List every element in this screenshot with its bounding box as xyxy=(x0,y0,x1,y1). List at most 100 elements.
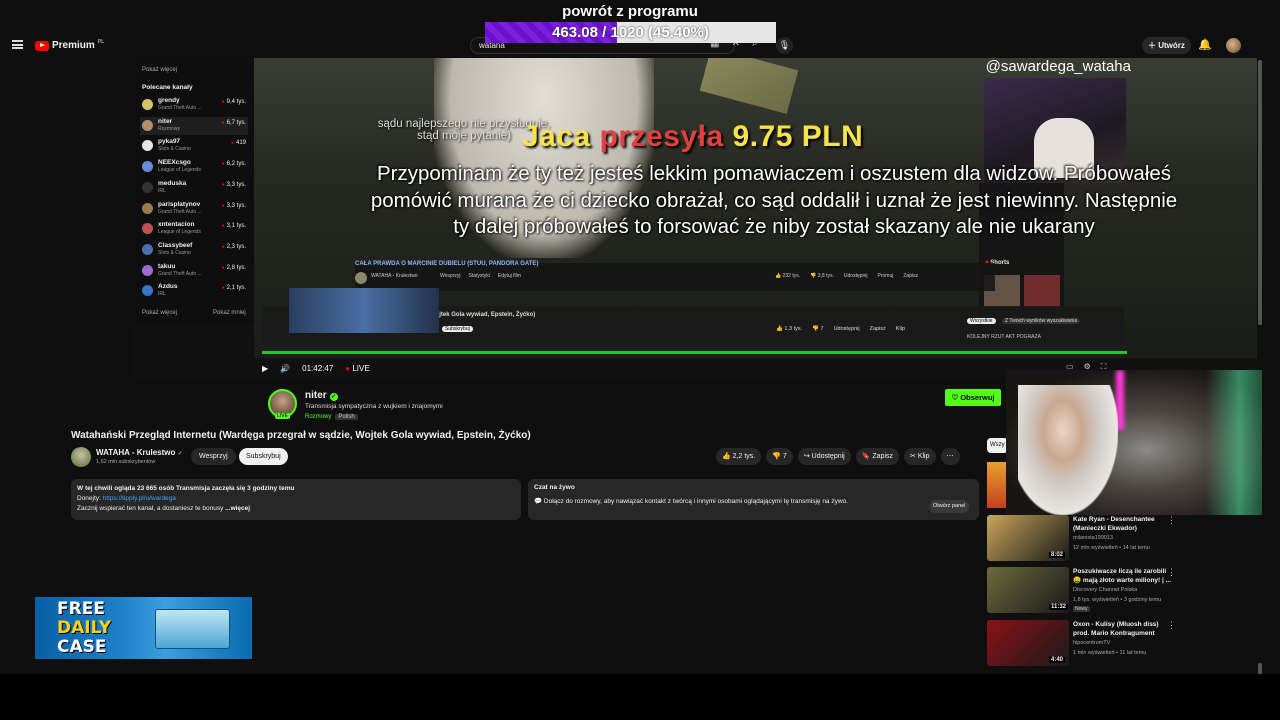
video-channel[interactable]: hipocentrumTV xyxy=(1073,640,1110,646)
video-title: Watahański Przegląd Internetu (Wardęga p… xyxy=(71,430,531,441)
channel-category: League of Legends xyxy=(158,229,201,236)
channel-name: takuu xyxy=(158,262,176,270)
streamer-name[interactable]: niter ✓ xyxy=(305,390,338,401)
channel-name: Azdus xyxy=(158,283,178,291)
youtube-logo[interactable]: Premium PL xyxy=(35,39,104,51)
free-daily-case-ad[interactable]: FREE DAILY CASE xyxy=(35,597,252,659)
sidebar-channel[interactable]: meduskaIRL 3,3 tys. xyxy=(140,179,248,197)
embed-likes-2: 👍 1,3 tys. xyxy=(776,326,803,332)
video-meta: 1 mln wyświetleń • 11 lat temu xyxy=(1073,650,1147,656)
embed-title: CAŁA PRAWDA O MARCINIE DUBIELU (STUU, PA… xyxy=(355,261,539,267)
video-meta: 12 mln wyświetleń • 14 lat temu xyxy=(1073,545,1150,551)
show-less-button[interactable]: Pokaż mniej xyxy=(213,310,246,316)
video-title[interactable]: Oxon - Kulisy (Mluosh diss) prod. Mario … xyxy=(1073,620,1173,638)
video-title[interactable]: Poszukiwacze liczą ile zarobili 🤑 mają z… xyxy=(1073,567,1173,585)
like-button[interactable]: 👍 2,2 tys. xyxy=(716,448,762,465)
description-box[interactable]: W tej chwili ogląda 23 665 osób Transmis… xyxy=(71,479,521,520)
show-more-button[interactable]: Pokaż więcej xyxy=(142,310,177,316)
recommended-title: Polecane kanały xyxy=(142,84,193,91)
sidebar-channel[interactable]: parisplatynovGrand Theft Auto ... 3,3 tys… xyxy=(140,200,248,218)
show-more-link[interactable]: ...więcej xyxy=(225,505,250,512)
embed-support: Wesprzyj xyxy=(440,273,461,279)
viewer-count: 2,1 tys. xyxy=(222,285,246,291)
channel-category: IRL xyxy=(158,187,166,194)
related-video[interactable]: 4:40 Oxon - Kulisy (Mluosh diss) prod. Ma… xyxy=(987,620,1177,668)
live-indicator[interactable]: ● LIVE xyxy=(345,364,369,373)
channel-name[interactable]: WATAHA - Krulestwo ✓ xyxy=(96,448,183,457)
donate-link[interactable]: https://tipply.pl/u/wardega xyxy=(103,495,176,502)
more-icon[interactable]: ⋮ xyxy=(1167,620,1176,631)
share-button[interactable]: ↪ Udostępnij xyxy=(797,448,851,465)
subscribe-button[interactable]: Subskrybuj xyxy=(239,448,288,465)
brand-label: Premium xyxy=(52,40,95,51)
sidebar-channel[interactable]: pyka97Slots & Casino 419 xyxy=(140,137,248,155)
viewer-count: 3,3 tys. xyxy=(222,203,246,209)
notifications-icon[interactable]: 🔔 xyxy=(1198,38,1212,51)
clip-button[interactable]: ✂ Klip xyxy=(904,448,936,465)
kick-sidebar: Pokaż więcej Polecane kanały grendy Grand… xyxy=(134,58,254,323)
embed-share: Udostępnij xyxy=(843,273,868,279)
channel-name: pyka97 xyxy=(158,138,181,146)
sidebar-channel[interactable]: grendyGrand Theft Auto ... 9,4 tys. xyxy=(140,96,248,114)
embed-likes: 👍 232 tys. xyxy=(775,273,801,279)
channel-category: IRL xyxy=(158,291,166,298)
play-icon[interactable]: ▶ xyxy=(262,364,268,373)
avatar[interactable] xyxy=(1226,38,1241,53)
sidebar-channel[interactable]: ClassybeefSlots & Casino 2,3 tys. xyxy=(140,241,248,259)
live-chat-box: Czat na żywo 💬 Dołącz do rozmowy, aby na… xyxy=(528,479,979,520)
video-channel[interactable]: Discovery Channel Polska xyxy=(1073,587,1137,593)
channel-avatar[interactable] xyxy=(71,447,91,467)
channel-category: Grand Theft Auto ... xyxy=(158,270,202,277)
embed-subscribe: Subskrybuj xyxy=(442,326,473,332)
dislike-button[interactable]: 👎 7 xyxy=(766,448,793,465)
more-icon[interactable]: ⋮ xyxy=(1167,567,1176,578)
embed-stats: Statystyki xyxy=(468,273,490,279)
sidebar-channel[interactable]: niterRozmowy 6,7 tys. xyxy=(140,116,248,135)
video-progress-bar[interactable] xyxy=(262,351,1127,354)
sidebar-channel[interactable]: AzdusIRL 2,1 tys. xyxy=(140,282,248,300)
webcam-person xyxy=(1018,385,1118,515)
subscriber-count: 1,62 mln subskrybentów xyxy=(96,459,156,465)
save-button[interactable]: 🔖 Zapisz xyxy=(855,448,900,465)
open-chat-button[interactable]: Otwórz panel xyxy=(929,500,970,513)
case-box-icon xyxy=(155,609,230,649)
more-icon[interactable]: ⋯ xyxy=(940,448,960,465)
menu-icon[interactable] xyxy=(12,40,23,49)
support-button[interactable]: Wesprzyj xyxy=(191,448,236,465)
channel-avatar xyxy=(142,285,153,297)
scrollbar[interactable] xyxy=(1258,60,1262,325)
viewer-count: 6,7 tys. xyxy=(222,120,246,126)
channel-avatar xyxy=(142,264,153,276)
related-video[interactable]: 8:02 Kate Ryan - Desenchantee (Manieczki … xyxy=(987,515,1177,563)
mic-icon[interactable]: 🎙 xyxy=(776,37,793,54)
more-icon[interactable]: ⋮ xyxy=(1167,515,1176,526)
related-video[interactable]: 11:32 Poszukiwacze liczą ile zarobili 🤑 m… xyxy=(987,567,1177,615)
video-channel[interactable]: milanista199013 xyxy=(1073,535,1113,541)
channel-name: meduska xyxy=(158,179,187,187)
stream-category[interactable]: Rozmowy Polish xyxy=(305,414,358,420)
show-more-top[interactable]: Pokaż więcej xyxy=(142,67,177,73)
embed-sidebar-snippet: KOLEJNY RZUT AKT POGRAŻA xyxy=(967,334,1041,340)
video-player[interactable]: ■ Shorts @sawardega_wataha sądu najlepsz… xyxy=(254,58,1257,358)
follow-button[interactable]: ♡ Obserwuj xyxy=(945,389,1001,406)
channel-name: xntentacion xyxy=(158,221,195,229)
create-button[interactable]: ＋ Utwórz xyxy=(1142,37,1191,54)
new-badge: Nowy xyxy=(1073,606,1090,612)
channel-name: NEEXcsgo xyxy=(158,159,191,167)
embed-buttons: Wesprzyj Statystyki Edytuj film xyxy=(440,273,521,279)
viewer-count: 419 xyxy=(231,140,246,146)
embed-filter-other: Z Twoich wyników wyszukiwania xyxy=(1002,318,1081,324)
embed-share-2: Udostępnij xyxy=(833,326,860,332)
sidebar-channel[interactable]: takuuGrand Theft Auto ... 2,8 tys. xyxy=(140,262,248,280)
sidebar-channel[interactable]: NEEXcsgoLeague of Legends 6,2 tys. xyxy=(140,158,248,176)
verified-icon: ✓ xyxy=(329,393,338,401)
volume-icon[interactable]: 🔊 xyxy=(280,364,290,373)
channel-avatar xyxy=(142,223,153,235)
channel-name: grendy xyxy=(158,97,180,104)
embed-dislikes: 👎 3,8 tys. xyxy=(810,273,834,279)
viewer-count: 9,4 tys. xyxy=(222,99,246,105)
filter-all-chip[interactable]: Wszy xyxy=(987,438,1008,453)
sidebar-channel[interactable]: xntentacionLeague of Legends 3,1 tys. xyxy=(140,220,248,238)
related-thumb-partial[interactable] xyxy=(987,462,1006,508)
video-title[interactable]: Kate Ryan - Desenchantee (Manieczki Ekwa… xyxy=(1073,515,1173,533)
